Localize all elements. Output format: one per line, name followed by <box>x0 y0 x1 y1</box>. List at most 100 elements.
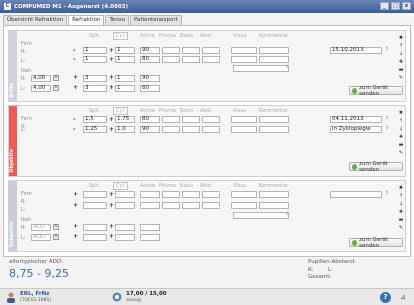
achse-field[interactable] <box>140 224 160 231</box>
cyl-field[interactable] <box>115 234 135 241</box>
abst-field[interactable] <box>202 202 220 209</box>
edit-icon[interactable]: ✎ <box>398 225 404 233</box>
achse-field[interactable]: 80 <box>140 116 160 123</box>
patient-name[interactable]: ERL, FrNz <box>20 291 49 297</box>
basis-field[interactable] <box>182 126 200 133</box>
prisma-field[interactable] <box>162 191 180 198</box>
sph-field[interactable]: 1 <box>83 47 107 54</box>
arrow-down-icon[interactable]: ↓ <box>398 201 404 209</box>
tab-tenso[interactable]: Tenso <box>105 15 129 25</box>
clear-add-button[interactable]: x <box>53 234 59 240</box>
minimize-button[interactable]: _ <box>380 2 389 10</box>
prisma-field[interactable] <box>162 47 180 54</box>
add-icon[interactable]: ✚ <box>398 209 404 217</box>
send-to-device-button[interactable]: zum Gerät senden <box>349 85 403 97</box>
sph-field[interactable] <box>83 224 107 231</box>
resize-grip-icon[interactable]: ⊿ <box>400 293 406 301</box>
cyl-field[interactable]: 1 <box>115 56 135 63</box>
prisma-field[interactable] <box>162 116 180 123</box>
cyl-field[interactable]: 1,0 <box>115 126 135 133</box>
sph-field[interactable] <box>83 234 107 241</box>
achse-field[interactable] <box>140 202 160 209</box>
visus-field[interactable] <box>231 202 257 209</box>
cyl-field[interactable]: 1 <box>115 85 135 92</box>
close-button[interactable]: x <box>402 2 411 10</box>
abst-field[interactable] <box>202 116 220 123</box>
kommentar-field[interactable] <box>259 202 289 209</box>
basis-field[interactable] <box>182 47 200 54</box>
add-field[interactable]: 4,00 <box>31 75 51 82</box>
date-spinner[interactable]: ⇕ <box>385 116 389 121</box>
add-icon[interactable]: ✚ <box>398 134 404 142</box>
basis-field[interactable] <box>182 116 200 123</box>
sph-field[interactable]: 1 <box>83 56 107 63</box>
arrow-up-icon[interactable]: ↑ <box>398 193 404 201</box>
prisma-field[interactable] <box>162 126 180 133</box>
minus-icon[interactable]: ▬ <box>398 67 404 75</box>
visus-field[interactable] <box>231 191 257 198</box>
kommentar-field[interactable] <box>259 116 289 123</box>
date-spinner[interactable]: ⇕ <box>385 191 389 196</box>
sph-field[interactable]: 1,5 <box>83 116 107 123</box>
cyl-field[interactable]: 1 <box>115 47 135 54</box>
comment-select[interactable] <box>233 212 289 219</box>
achse-field[interactable]: 90 <box>140 47 160 54</box>
tab-patientenexport[interactable]: Patientenexport <box>130 15 182 25</box>
arrow-down-icon[interactable]: ↓ <box>398 51 404 59</box>
date-spinner[interactable]: ⇕ <box>385 47 389 52</box>
visus-field[interactable] <box>231 116 257 123</box>
tab-refraktion[interactable]: Refraktion <box>68 15 105 25</box>
visus-field[interactable] <box>231 126 257 133</box>
sph-field[interactable] <box>83 191 107 198</box>
basis-field[interactable] <box>182 56 200 63</box>
send-to-device-button[interactable]: zum Gerät senden <box>349 161 403 173</box>
sph-field[interactable] <box>83 202 107 209</box>
add-field[interactable]: ADD <box>31 224 51 231</box>
abst-field[interactable] <box>202 126 220 133</box>
sph-field[interactable]: 3 <box>83 75 107 82</box>
prisma-field[interactable] <box>162 56 180 63</box>
add-field[interactable]: ADD <box>31 234 51 241</box>
sph-field[interactable]: 1,25 <box>83 126 107 133</box>
achse-field[interactable]: 80 <box>140 56 160 63</box>
achse-field[interactable] <box>140 191 160 198</box>
clear-add-button[interactable]: x <box>53 85 59 91</box>
date-field[interactable]: 04.11.2013 <box>330 116 382 123</box>
cyl-field[interactable]: 1 <box>115 75 135 82</box>
edit-icon[interactable]: ✎ <box>398 75 404 83</box>
maximize-button[interactable]: □ <box>391 2 400 10</box>
visus-field[interactable] <box>231 47 257 54</box>
achse-field[interactable] <box>140 234 160 241</box>
cyl-field[interactable] <box>115 191 135 198</box>
arrow-up-icon[interactable]: ↑ <box>398 118 404 126</box>
arrow-up-icon[interactable]: ↑ <box>398 43 404 51</box>
abst-field[interactable] <box>202 47 220 54</box>
abst-field[interactable] <box>202 56 220 63</box>
add-field[interactable]: 4,00 <box>31 85 51 92</box>
arrow-down-icon[interactable]: ↓ <box>398 126 404 134</box>
kommentar-field[interactable] <box>259 56 289 63</box>
select-spinner[interactable]: ⇕ <box>285 212 289 217</box>
comment-select[interactable]: in Zykloplegie <box>330 126 382 133</box>
comment-select[interactable] <box>233 65 289 72</box>
prisma-field[interactable] <box>162 202 180 209</box>
date-field[interactable]: 15.10.2013 <box>330 47 382 54</box>
minus-icon[interactable]: ▬ <box>398 217 404 225</box>
delete-icon[interactable]: ✖ <box>398 35 404 43</box>
cyl-field[interactable] <box>115 224 135 231</box>
edit-icon[interactable]: ✎ <box>398 150 404 158</box>
cyl-field[interactable] <box>115 202 135 209</box>
clear-add-button[interactable]: x <box>53 224 59 230</box>
kommentar-field[interactable] <box>259 47 289 54</box>
tab-uebersicht[interactable]: Übersicht Refraktion <box>3 15 68 25</box>
achse-field[interactable]: 90 <box>140 126 160 133</box>
cyl-field[interactable]: 1,75 <box>115 116 135 123</box>
abst-field[interactable] <box>202 191 220 198</box>
select-spinner[interactable]: ⇕ <box>385 126 389 131</box>
sph-field[interactable]: 3 <box>83 85 107 92</box>
kommentar-field[interactable] <box>259 126 289 133</box>
basis-field[interactable] <box>182 191 200 198</box>
send-to-device-button[interactable]: zum Gerät senden <box>349 237 403 249</box>
delete-icon[interactable]: ✖ <box>398 110 404 118</box>
visus-field[interactable] <box>231 56 257 63</box>
